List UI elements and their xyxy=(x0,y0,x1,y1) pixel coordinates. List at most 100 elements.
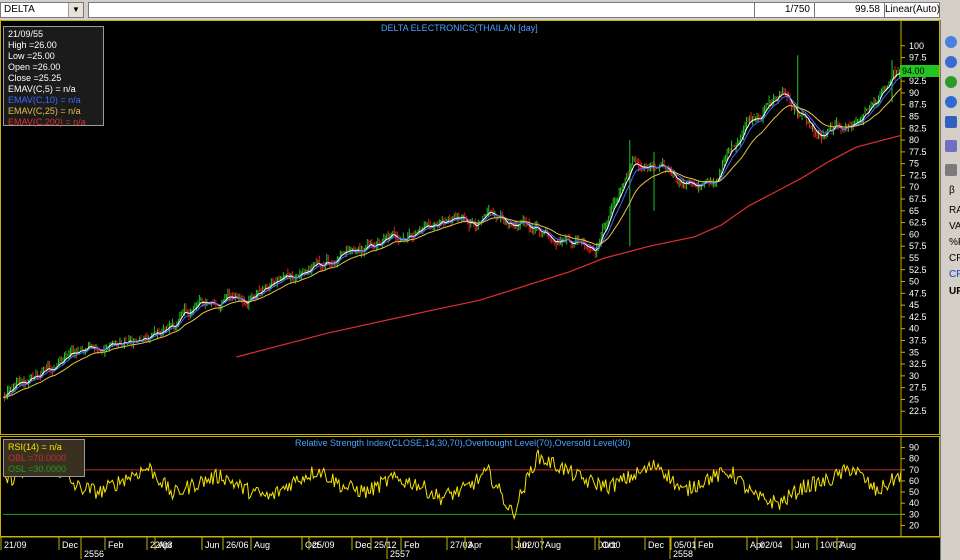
scale-mode[interactable]: Linear(Auto) xyxy=(884,3,941,17)
chevron-down-icon[interactable]: ▼ xyxy=(68,3,83,17)
rsi-y-tick-label: 40 xyxy=(909,498,919,508)
price-y-tick-label: 22.5 xyxy=(909,406,927,416)
sidebar-label-0[interactable]: RA xyxy=(949,205,960,216)
x-tick-label: Aug xyxy=(840,540,856,550)
price-y-tick-label: 70 xyxy=(909,182,919,192)
emav25-line xyxy=(3,87,902,398)
x-tick-label: 2556 xyxy=(84,549,104,559)
legend-open: Open =26.00 xyxy=(8,62,61,72)
legend-obl: OBL =70.0000 xyxy=(8,453,66,463)
price-y-tick-label: 57.5 xyxy=(909,241,927,251)
price-y-tick-label: 77.5 xyxy=(909,147,927,157)
sidebar-label-5[interactable]: UF xyxy=(949,286,960,297)
price-y-tick-label: 85 xyxy=(909,112,919,122)
price-y-tick-label: 25 xyxy=(909,394,919,404)
price-y-tick-label: 75 xyxy=(909,159,919,169)
x-tick-label: Aug xyxy=(254,540,270,550)
symbol-value: DELTA xyxy=(4,4,35,15)
price-y-tick-label: 80 xyxy=(909,135,919,145)
legend-emav200: EMAV(C,200) = n/a xyxy=(8,117,86,127)
x-tick-label: Feb xyxy=(108,540,124,550)
x-axis: 21/09 Dec2556Feb 22/03Apr Jun 26/06 Aug Oct25/… xyxy=(0,537,940,559)
rsi-y-tick-label: 60 xyxy=(909,476,919,486)
price-y-tick-label: 87.5 xyxy=(909,100,927,110)
right-toolbar: β RA VA %F CP CF UF xyxy=(940,20,960,560)
x-tick-label: Oct xyxy=(602,540,617,550)
price-y-tick-label: 45 xyxy=(909,300,919,310)
x-tick-label: 26/06 xyxy=(226,540,249,550)
rsi-chart-title: Relative Strength Index(CLOSE,14,30,70),… xyxy=(295,438,631,448)
x-tick-label: Apr xyxy=(750,540,764,550)
price-y-tick-label: 47.5 xyxy=(909,288,927,298)
rsi-line xyxy=(2,449,902,521)
settings-icon[interactable] xyxy=(945,116,957,128)
price-y-tick-label: 100 xyxy=(909,41,924,51)
drawing-tool-icon[interactable] xyxy=(945,140,957,152)
legend-close: Close =25.25 xyxy=(8,73,62,83)
rsi-y-tick-label: 20 xyxy=(909,520,919,530)
emav10-line xyxy=(2,75,902,398)
price-y-tick-label: 40 xyxy=(909,324,919,334)
sidebar-beta: β xyxy=(949,185,955,196)
legend-rsi: RSI(14) = n/a xyxy=(8,442,62,452)
rsi-y-tick-label: 90 xyxy=(909,443,919,453)
price-y-tick-label: 42.5 xyxy=(909,312,927,322)
legend-low: Low =25.00 xyxy=(8,51,55,61)
price-y-tick-label: 90 xyxy=(909,88,919,98)
x-tick-label: Apr xyxy=(468,540,482,550)
x-tick-label: Feb xyxy=(698,540,714,550)
symbol-input[interactable]: DELTA ▼ xyxy=(0,2,84,18)
legend-emav10: EMAV(C,10) = n/a xyxy=(8,95,81,105)
zoom-icon[interactable] xyxy=(945,56,957,68)
legend-emav5: EMAV(C,5) = n/a xyxy=(8,84,76,94)
chart-icon[interactable] xyxy=(945,96,957,108)
price-y-tick-label: 50 xyxy=(909,277,919,287)
rsi-panel[interactable]: 20 30 40 50 60 70 80 90 Relative Strength Index… xyxy=(0,436,940,537)
x-tick-label: Dec xyxy=(62,540,79,550)
price-y-tick-label: 35 xyxy=(909,347,919,357)
layout-icon[interactable] xyxy=(945,164,957,176)
x-tick-label: 21/09 xyxy=(4,540,27,550)
page-indicator: 1/750 xyxy=(754,3,814,17)
price-y-tick-label: 30 xyxy=(909,371,919,381)
price-y-tick-label: 65 xyxy=(909,206,919,216)
sidebar-label-3[interactable]: CP xyxy=(949,253,960,264)
price-y-tick-label: 82.5 xyxy=(909,123,927,133)
rsi-y-tick-label: 70 xyxy=(909,465,919,475)
legend-high: High =26.00 xyxy=(8,40,57,50)
rsi-legend: RSI(14) = n/a OBL =70.0000 OSL =30.0000 xyxy=(3,439,85,477)
x-tick-label: 25/09 xyxy=(312,540,335,550)
x-tick-label: Dec xyxy=(648,540,665,550)
refresh-icon[interactable] xyxy=(945,76,957,88)
price-y-tick-label: 37.5 xyxy=(909,335,927,345)
x-tick-label: Jun xyxy=(205,540,220,550)
price-y-tick-label: 27.5 xyxy=(909,383,927,393)
price-y-tick-label: 60 xyxy=(909,229,919,239)
x-tick-label: Dec xyxy=(355,540,372,550)
sidebar-label-1[interactable]: VA xyxy=(949,221,960,232)
sidebar-label-4[interactable]: CF xyxy=(949,269,960,280)
price-y-tick-label: 92.5 xyxy=(909,76,927,86)
sidebar-label-2[interactable]: %F xyxy=(949,237,960,248)
legend-osl: OSL =30.0000 xyxy=(8,464,66,474)
price-y-tick-label: 32.5 xyxy=(909,359,927,369)
x-tick-label: 02/07 xyxy=(522,540,545,550)
legend-emav25: EMAV(C,25) = n/a xyxy=(8,106,81,116)
current-price-tag: 94.00 xyxy=(900,65,939,77)
price-panel[interactable]: 22.5 25 27.5 30 32.5 35 37.5 40 42.5 45 47.5 50 52.5… xyxy=(0,20,940,435)
price-y-tick-label: 52.5 xyxy=(909,265,927,275)
rsi-y-tick-label: 30 xyxy=(909,509,919,519)
candlesticks xyxy=(3,55,902,402)
price-y-tick-label: 62.5 xyxy=(909,218,927,228)
x-tick-label: Feb xyxy=(404,540,420,550)
rsi-chart[interactable]: 2030405060708090 xyxy=(1,437,939,536)
x-tick-label: 2558 xyxy=(673,549,693,559)
price-legend: 21/09/55 High =26.00 Low =25.00 Open =26… xyxy=(3,26,104,127)
last-value: 99.58 xyxy=(814,3,884,17)
price-chart[interactable]: 22.5 2527.5 30 32.5 35 37.540 42.5 45 47.550 52.5… xyxy=(1,21,939,434)
x-tick-label: 2557 xyxy=(390,549,410,559)
globe-icon[interactable] xyxy=(945,36,957,48)
legend-date: 21/09/55 xyxy=(8,29,44,39)
price-chart-title: DELTA ELECTRONICS(THAILAN [day] xyxy=(381,23,538,33)
info-strip: 1/750 99.58 Linear(Auto) xyxy=(88,2,940,18)
